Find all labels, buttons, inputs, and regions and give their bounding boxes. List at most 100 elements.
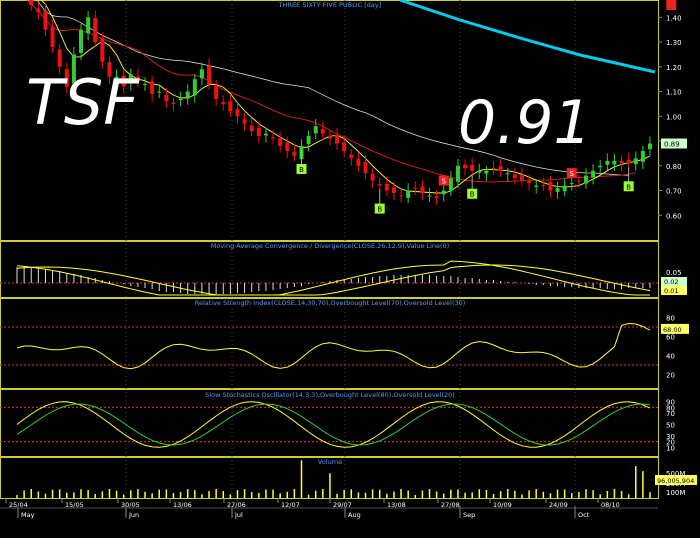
candle-body <box>285 142 290 151</box>
candle-body <box>327 135 332 139</box>
candle-body <box>576 180 581 182</box>
candle-body <box>164 94 169 102</box>
candle-body <box>527 180 532 184</box>
price-tick-label-7: 0.70 <box>666 188 682 196</box>
candle-body <box>484 170 489 174</box>
stoch-k-line <box>16 401 651 448</box>
candle-body <box>427 195 432 197</box>
candle-body <box>562 185 567 192</box>
candle-body <box>93 17 98 43</box>
candle-body <box>477 170 482 173</box>
macd-readout-0: 0.02 <box>664 278 678 286</box>
candle-body <box>335 135 340 144</box>
price-tick-label-1: 1.30 <box>666 39 682 47</box>
candle-body <box>207 65 212 85</box>
macd-line <box>16 260 650 296</box>
x-month-label-1: Jun <box>128 511 139 519</box>
candle-body <box>377 184 382 186</box>
macd-readout-1: 0.01 <box>664 287 678 295</box>
candle-body <box>313 126 318 134</box>
price-tick-label-8: 0.60 <box>666 212 682 220</box>
candle-body <box>583 175 588 184</box>
buy-signal-label: B <box>470 191 475 199</box>
candle-body <box>548 181 553 191</box>
candle-body <box>498 166 503 171</box>
candle-body <box>256 127 261 137</box>
candle-body <box>271 137 276 139</box>
candle-body <box>320 128 325 134</box>
candle-body <box>633 158 638 165</box>
stoch-tick-3: 50 <box>666 422 675 430</box>
candle-body <box>157 91 162 93</box>
candle-body <box>541 185 546 187</box>
buy-signal-label: B <box>299 166 304 174</box>
candle-body <box>391 187 396 193</box>
x-month-label-5: Oct <box>578 511 590 519</box>
rsi-title: Relative Strength Index(CLOSE,14,30,70),… <box>195 299 466 307</box>
x-month-label-4: Sep <box>463 511 475 519</box>
candle-body <box>626 159 631 164</box>
panel-border-2 <box>0 298 659 389</box>
candle-body <box>370 173 375 181</box>
candle-body <box>178 98 183 101</box>
candle-body <box>214 85 219 99</box>
macd-title: Moving Average Convergence / Divergence(… <box>211 242 449 250</box>
candle-body <box>100 38 105 62</box>
candle-body <box>349 154 354 159</box>
candle-body <box>363 162 368 174</box>
candle-body <box>36 8 41 13</box>
main-chart-title: THREE SIXTY FIVE PUBLIC [day] <box>278 1 382 9</box>
chart-window: 1.401.301.201.101.000.900.800.700.60BBBB… <box>0 0 700 538</box>
price-tick-label-6: 0.80 <box>666 163 682 171</box>
candle-body <box>43 10 48 30</box>
candle-body <box>555 188 560 192</box>
buy-signal-label: B <box>626 183 631 191</box>
ticker-overlay: TSF <box>26 66 139 139</box>
candle-body <box>171 102 176 104</box>
macd-tick-0: 0.05 <box>666 269 682 277</box>
stoch-tick-2: 70 <box>666 410 675 418</box>
rsi-line <box>16 322 651 370</box>
stoch-d-line <box>16 403 651 446</box>
rsi-readout: 68.00 <box>663 326 682 334</box>
price-overlay: 0.91 <box>458 88 592 158</box>
rsi-tick-0: 80 <box>666 315 675 323</box>
x-month-label-3: Aug <box>348 511 361 519</box>
candle-body <box>192 79 197 96</box>
volume-tick-2: 100M <box>666 489 685 497</box>
price-tick-label-4: 1.00 <box>666 113 682 121</box>
macd-signal-line <box>16 264 651 296</box>
candle-body <box>185 91 190 99</box>
candle-body <box>519 174 524 181</box>
rsi-tick-3: 20 <box>666 372 675 380</box>
sell-signal-label: S <box>669 0 674 2</box>
candle-body <box>512 174 517 179</box>
panel-border-3 <box>0 389 659 457</box>
sell-signal-label: S <box>570 170 575 178</box>
candle-body <box>292 152 297 156</box>
candle-body <box>598 165 603 168</box>
candle-body <box>448 178 453 191</box>
last-price-label: 0.89 <box>664 141 680 149</box>
candle-body <box>306 136 311 144</box>
candle-body <box>406 190 411 198</box>
candle-body <box>420 186 425 193</box>
candle-body <box>434 196 439 198</box>
rsi-tick-1: 60 <box>666 334 675 342</box>
volume-title: Volume <box>318 458 342 466</box>
candle-body <box>455 165 460 182</box>
candle-body <box>491 168 496 170</box>
stoch-tick-6: 10 <box>666 444 675 452</box>
candle-body <box>235 108 240 117</box>
candle-body <box>150 81 155 95</box>
rsi-tick-2: 40 <box>666 353 675 361</box>
candle-body <box>505 173 510 175</box>
candle-body <box>399 195 404 197</box>
candle-body <box>612 160 617 165</box>
candle-body <box>470 164 475 171</box>
candle-body <box>263 133 268 136</box>
candle-body <box>221 102 226 104</box>
x-month-label-0: May <box>21 511 35 519</box>
candle-body <box>278 138 283 146</box>
candle-body <box>86 17 91 34</box>
